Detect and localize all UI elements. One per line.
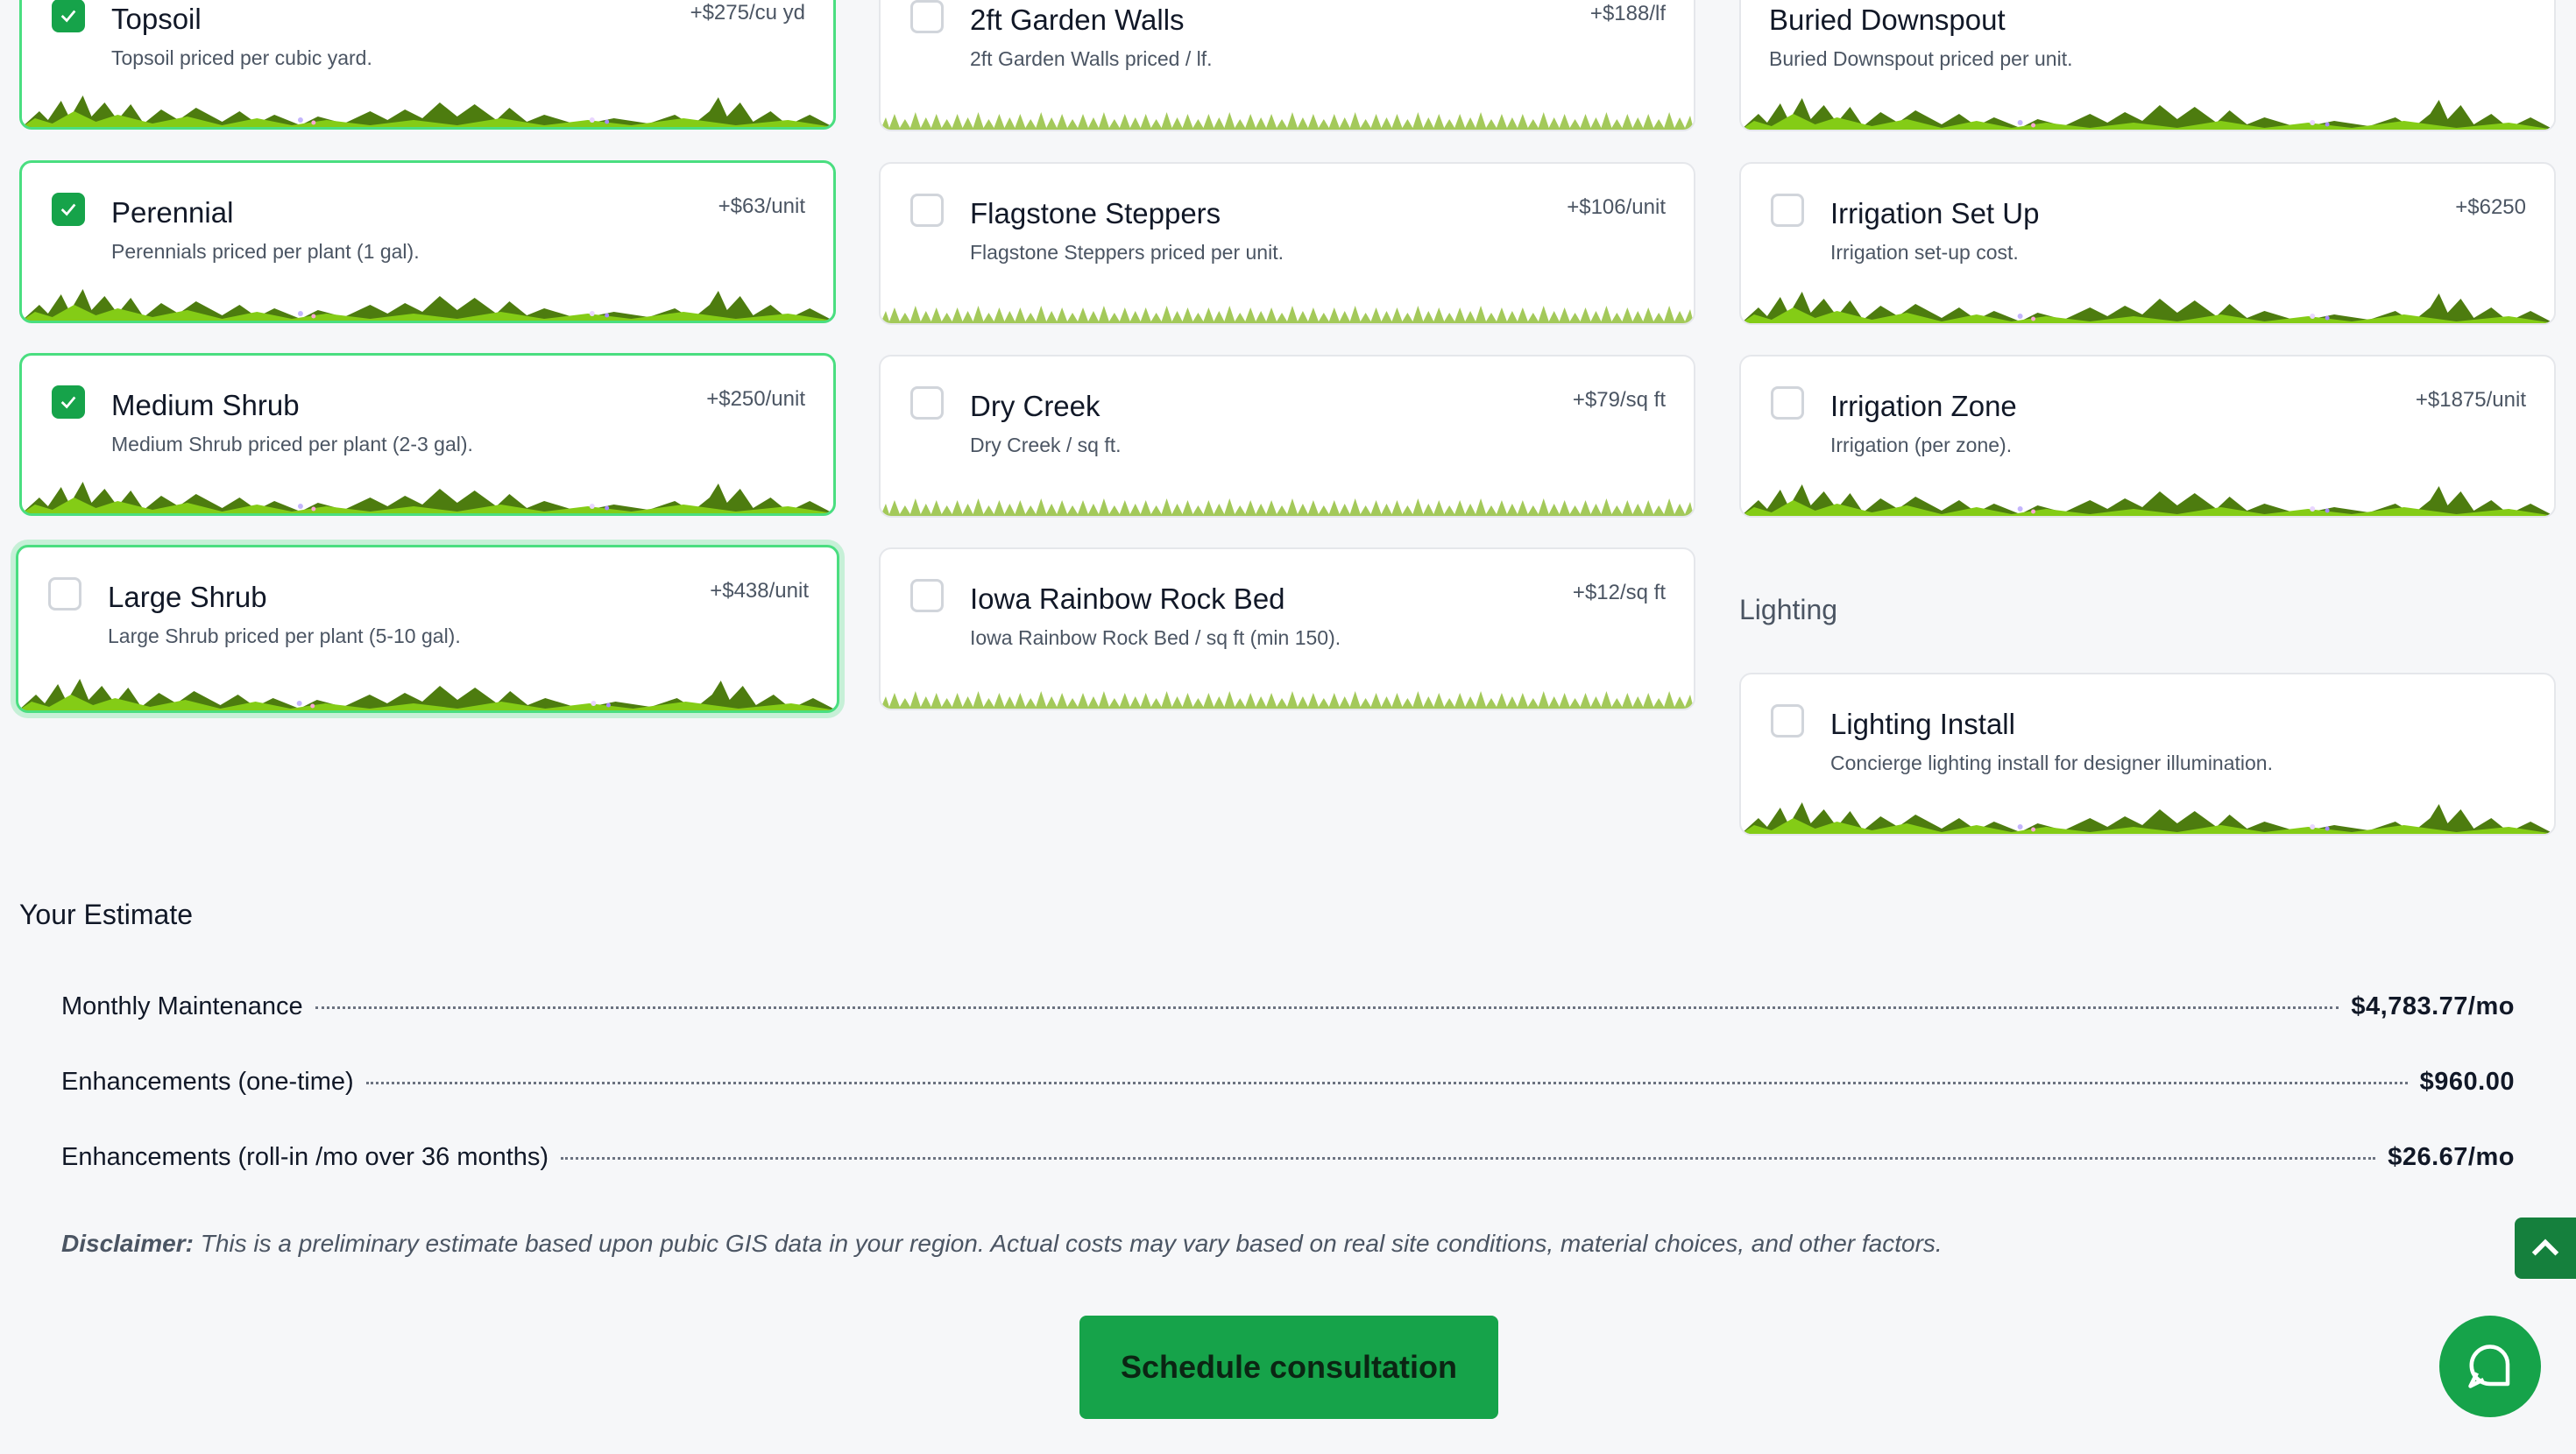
foliage-decoration [22,85,833,127]
option-card-lighting-install[interactable]: Lighting Install Concierge lighting inst… [1739,673,2556,836]
option-title: 2ft Garden Walls [970,4,1185,36]
option-title: Medium Shrub [111,389,300,421]
option-card-flagstone-steppers[interactable]: Flagstone Steppers Flagstone Steppers pr… [879,162,1695,325]
foliage-decoration [22,279,833,321]
estimate-row-monthly-maintenance: Monthly Maintenance $4,783.77/mo [61,992,2515,1021]
flagstone-steppers-checkbox[interactable] [910,194,944,227]
option-description: 2ft Garden Walls priced / lf. [970,47,1213,70]
estimate-amount: $4,783.77/mo [2351,992,2515,1020]
estimate-label: Enhancements (roll-in /mo over 36 months… [61,1143,549,1171]
option-price: +$6250 [2455,195,2526,219]
dotted-leader [315,1006,2339,1009]
foliage-decoration [1741,474,2554,516]
estimate-amount: $960.00 [2419,1068,2515,1096]
disclaimer: Disclaimer: This is a preliminary estima… [61,1230,1943,1258]
estimate-amount: $26.67/mo [2388,1143,2515,1171]
option-price: +$63/unit [718,194,805,218]
option-price: +$275/cu yd [690,1,805,25]
option-description: Medium Shrub priced per plant (2-3 gal). [111,433,473,455]
dotted-leader [365,1082,2408,1084]
estimate-row-enhancements-roll-in: Enhancements (roll-in /mo over 36 months… [61,1143,2515,1172]
option-title: Lighting Install [1830,708,2015,740]
foliage-decoration [1741,88,2554,130]
estimate-label: Enhancements (one-time) [61,1068,354,1096]
option-card-irrigation-set-up[interactable]: Irrigation Set Up Irrigation set-up cost… [1739,162,2556,325]
option-card-large-shrub[interactable]: Large Shrub Large Shrub priced per plant… [16,545,839,713]
estimate-row-enhancements-one-time: Enhancements (one-time) $960.00 [61,1068,2515,1097]
option-title: Buried Downspout [1769,4,2006,36]
option-description: Perennials priced per plant (1 gal). [111,240,420,263]
check-icon [60,203,76,216]
option-card-irrigation-zone[interactable]: Irrigation Zone Irrigation (per zone). +… [1739,355,2556,518]
option-price: +$438/unit [710,579,809,603]
option-card-dry-creek[interactable]: Dry Creek Dry Creek / sq ft. +$79/sq ft [879,355,1695,518]
perennial-checkbox[interactable] [52,193,85,226]
option-description: Irrigation set-up cost. [1830,241,2019,264]
schedule-consultation-button[interactable]: Schedule consultation [1079,1316,1498,1419]
option-description: Buried Downspout priced per unit. [1769,47,2073,70]
option-title: Irrigation Zone [1830,390,2017,422]
option-description: Flagstone Steppers priced per unit. [970,241,1284,264]
chat-bubble-icon [2468,1345,2510,1388]
lighting-install-checkbox[interactable] [1771,704,1804,738]
dotted-leader [561,1157,2376,1160]
option-title: Iowa Rainbow Rock Bed [970,582,1285,615]
check-icon [60,396,76,409]
irrigation-set-up-checkbox[interactable] [1771,194,1804,227]
estimate-title: Your Estimate [19,899,194,930]
option-card-medium-shrub[interactable]: Medium Shrub Medium Shrub priced per pla… [19,353,836,516]
option-card-perennial[interactable]: Perennial Perennials priced per plant (1… [19,160,836,323]
irrigation-zone-checkbox[interactable] [1771,386,1804,420]
option-title: Irrigation Set Up [1830,197,2040,229]
foliage-decoration [18,668,837,710]
topsoil-checkbox[interactable] [52,0,85,32]
option-card-buried-downspout[interactable]: Buried Downspout Buried Downspout priced… [1739,0,2556,131]
chat-button[interactable] [2439,1316,2541,1417]
chevron-up-icon [2531,1239,2559,1256]
option-title: Perennial [111,196,234,229]
grass-decoration [881,667,1694,709]
estimate-label: Monthly Maintenance [61,992,303,1020]
medium-shrub-checkbox[interactable] [52,385,85,419]
option-title: Flagstone Steppers [970,197,1221,229]
grass-decoration [881,88,1694,130]
garden-walls-checkbox[interactable] [910,0,944,33]
option-price: +$1875/unit [2415,388,2526,412]
large-shrub-checkbox[interactable] [48,577,81,611]
foliage-decoration [22,471,833,513]
scroll-to-top-button[interactable] [2515,1218,2576,1279]
option-description: Iowa Rainbow Rock Bed / sq ft (min 150). [970,626,1341,649]
grass-decoration [881,474,1694,516]
lighting-section-heading: Lighting [1739,594,1838,625]
foliage-decoration [1741,281,2554,323]
option-price: +$188/lf [1589,2,1666,25]
option-description: Dry Creek / sq ft. [970,434,1122,456]
option-title: Large Shrub [108,581,267,613]
disclaimer-text: This is a preliminary estimate based upo… [193,1230,1943,1257]
dry-creek-checkbox[interactable] [910,386,944,420]
foliage-decoration [1741,792,2554,834]
option-price: +$250/unit [706,387,805,411]
option-description: Irrigation (per zone). [1830,434,2013,456]
option-price: +$12/sq ft [1572,581,1666,604]
option-card-topsoil[interactable]: Topsoil Topsoil priced per cubic yard. +… [19,0,836,130]
option-card-iowa-rainbow-rock-bed[interactable]: Iowa Rainbow Rock Bed Iowa Rainbow Rock … [879,547,1695,710]
disclaimer-label: Disclaimer: [61,1230,194,1257]
option-description: Topsoil priced per cubic yard. [111,46,372,69]
option-price: +$106/unit [1567,195,1666,219]
grass-decoration [881,281,1694,323]
option-description: Concierge lighting install for designer … [1830,752,2273,774]
option-card-garden-walls[interactable]: 2ft Garden Walls 2ft Garden Walls priced… [879,0,1695,131]
option-price: +$79/sq ft [1572,388,1666,412]
option-title: Dry Creek [970,390,1100,422]
check-icon [60,10,76,23]
option-description: Large Shrub priced per plant (5-10 gal). [108,625,461,647]
iowa-rainbow-rock-bed-checkbox[interactable] [910,579,944,612]
option-title: Topsoil [111,3,202,35]
